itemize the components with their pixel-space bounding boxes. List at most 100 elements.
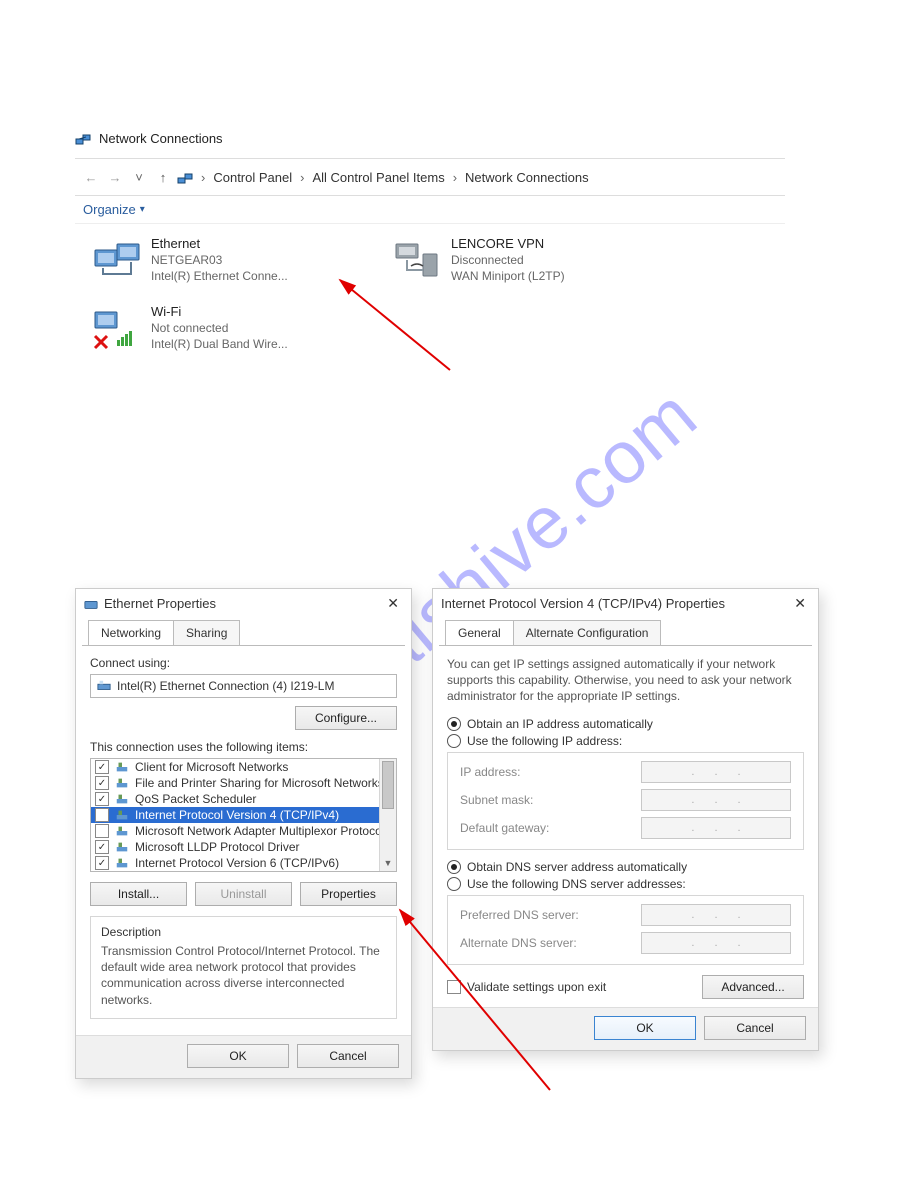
breadcrumb-sep-icon: › [449, 170, 461, 185]
checkbox-icon[interactable] [95, 792, 109, 806]
path-icon [177, 169, 193, 185]
checkbox-icon[interactable] [95, 808, 109, 822]
nav-back-icon[interactable]: ← [81, 170, 101, 185]
protocol-icon [115, 824, 129, 838]
uninstall-button[interactable]: Uninstall [195, 882, 292, 906]
checkbox-icon[interactable] [95, 824, 109, 838]
breadcrumb-item[interactable]: Control Panel [213, 170, 292, 185]
close-button[interactable]: ✕ [383, 595, 403, 612]
nav-history-icon[interactable]: ˅ [129, 170, 149, 185]
connection-status: Not connected [151, 321, 288, 335]
cancel-button[interactable]: Cancel [704, 1016, 806, 1040]
dialog-titlebar: Ethernet Properties ✕ [76, 589, 411, 620]
explorer-toolbar: Organize ▾ [75, 196, 785, 224]
protocol-row[interactable]: Internet Protocol Version 6 (TCP/IPv6) [91, 855, 380, 871]
checkbox-icon[interactable] [95, 856, 109, 870]
tab-strip: General Alternate Configuration [439, 620, 812, 646]
breadcrumb-item[interactable]: All Control Panel Items [312, 170, 444, 185]
validate-checkbox[interactable]: Validate settings upon exit [447, 980, 606, 994]
protocol-icon [115, 856, 129, 870]
preferred-dns-input: ... [641, 904, 791, 926]
organize-label: Organize [83, 202, 136, 217]
nav-up-icon[interactable]: ↑ [153, 170, 173, 185]
protocol-row[interactable]: Microsoft Network Adapter Multiplexor Pr… [91, 823, 380, 839]
protocol-icon [115, 808, 129, 822]
tab-sharing[interactable]: Sharing [173, 620, 240, 645]
connection-name: Ethernet [151, 236, 288, 251]
dialog-titlebar: Internet Protocol Version 4 (TCP/IPv4) P… [433, 589, 818, 620]
protocol-row[interactable]: QoS Packet Scheduler [91, 791, 380, 807]
checkbox-icon[interactable] [95, 776, 109, 790]
connection-device: WAN Miniport (L2TP) [451, 269, 565, 283]
protocol-list[interactable]: ▲ ▼ Client for Microsoft NetworksFile an… [90, 758, 397, 872]
connection-wifi[interactable]: Wi-Fi Not connected Intel(R) Dual Band W… [93, 304, 363, 352]
window-titlebar: Network Connections [75, 128, 785, 154]
ok-button[interactable]: OK [187, 1044, 289, 1068]
tab-general[interactable]: General [445, 620, 514, 645]
dialog-body: You can get IP settings assigned automat… [433, 646, 818, 1007]
radio-obtain-ip[interactable]: Obtain an IP address automatically [447, 717, 804, 731]
ip-address-label: IP address: [460, 765, 625, 779]
checkbox-icon[interactable] [95, 840, 109, 854]
checkbox-icon [447, 980, 461, 994]
close-button[interactable]: ✕ [790, 595, 810, 612]
scroll-thumb[interactable] [382, 761, 394, 809]
connections-area: Ethernet NETGEAR03 Intel(R) Ethernet Con… [75, 224, 785, 364]
ethernet-properties-dialog: Ethernet Properties ✕ Networking Sharing… [75, 588, 412, 1079]
nav-forward-icon[interactable]: → [105, 170, 125, 185]
protocol-row[interactable]: Microsoft LLDP Protocol Driver [91, 839, 380, 855]
address-bar: ← → ˅ ↑ › Control Panel › All Control Pa… [75, 158, 785, 196]
protocol-row[interactable]: File and Printer Sharing for Microsoft N… [91, 775, 380, 791]
network-icon [75, 130, 91, 146]
radio-label: Obtain DNS server address automatically [467, 860, 687, 874]
connection-name: LENCORE VPN [451, 236, 565, 251]
ethernet-icon [93, 236, 141, 284]
breadcrumb-item[interactable]: Network Connections [465, 170, 589, 185]
connection-lencore-vpn[interactable]: LENCORE VPN Disconnected WAN Miniport (L… [393, 236, 663, 284]
radio-use-dns[interactable]: Use the following DNS server addresses: [447, 877, 804, 891]
dns-fieldset: Preferred DNS server: ... Alternate DNS … [447, 895, 804, 965]
protocol-row[interactable]: Client for Microsoft Networks [91, 759, 380, 775]
wifi-icon [93, 304, 141, 352]
radio-obtain-dns[interactable]: Obtain DNS server address automatically [447, 860, 804, 874]
protocol-label: Client for Microsoft Networks [135, 760, 288, 774]
connection-status: NETGEAR03 [151, 253, 288, 267]
radio-label: Use the following IP address: [467, 734, 622, 748]
protocol-icon [115, 776, 129, 790]
scrollbar[interactable]: ▲ ▼ [379, 759, 396, 871]
adapter-name: Intel(R) Ethernet Connection (4) I219-LM [117, 679, 334, 693]
adapter-field: Intel(R) Ethernet Connection (4) I219-LM [90, 674, 397, 698]
default-gateway-label: Default gateway: [460, 821, 625, 835]
organize-menu[interactable]: Organize ▾ [83, 202, 145, 217]
radio-icon [447, 717, 461, 731]
breadcrumb-sep-icon: › [197, 170, 209, 185]
connection-ethernet[interactable]: Ethernet NETGEAR03 Intel(R) Ethernet Con… [93, 236, 363, 284]
checkbox-icon[interactable] [95, 760, 109, 774]
configure-button[interactable]: Configure... [295, 706, 397, 730]
intro-text: You can get IP settings assigned automat… [447, 656, 804, 705]
adapter-icon [84, 597, 98, 611]
connect-using-label: Connect using: [90, 656, 397, 670]
items-label: This connection uses the following items… [90, 740, 397, 754]
radio-use-ip[interactable]: Use the following IP address: [447, 734, 804, 748]
protocol-label: File and Printer Sharing for Microsoft N… [135, 776, 384, 790]
protocol-icon [115, 840, 129, 854]
tab-alternate-configuration[interactable]: Alternate Configuration [513, 620, 662, 645]
alternate-dns-input: ... [641, 932, 791, 954]
advanced-button[interactable]: Advanced... [702, 975, 804, 999]
radio-icon [447, 734, 461, 748]
default-gateway-input: ... [641, 817, 791, 839]
protocol-label: QoS Packet Scheduler [135, 792, 256, 806]
vpn-icon [393, 236, 441, 284]
dialog-button-row: OK Cancel [433, 1007, 818, 1050]
install-button[interactable]: Install... [90, 882, 187, 906]
ok-button[interactable]: OK [594, 1016, 696, 1040]
cancel-button[interactable]: Cancel [297, 1044, 399, 1068]
radio-label: Obtain an IP address automatically [467, 717, 653, 731]
protocol-label: Microsoft Network Adapter Multiplexor Pr… [135, 824, 384, 838]
preferred-dns-label: Preferred DNS server: [460, 908, 625, 922]
properties-button[interactable]: Properties [300, 882, 397, 906]
tab-networking[interactable]: Networking [88, 620, 174, 645]
scroll-down-icon[interactable]: ▼ [380, 855, 396, 871]
protocol-row[interactable]: Internet Protocol Version 4 (TCP/IPv4) [91, 807, 380, 823]
